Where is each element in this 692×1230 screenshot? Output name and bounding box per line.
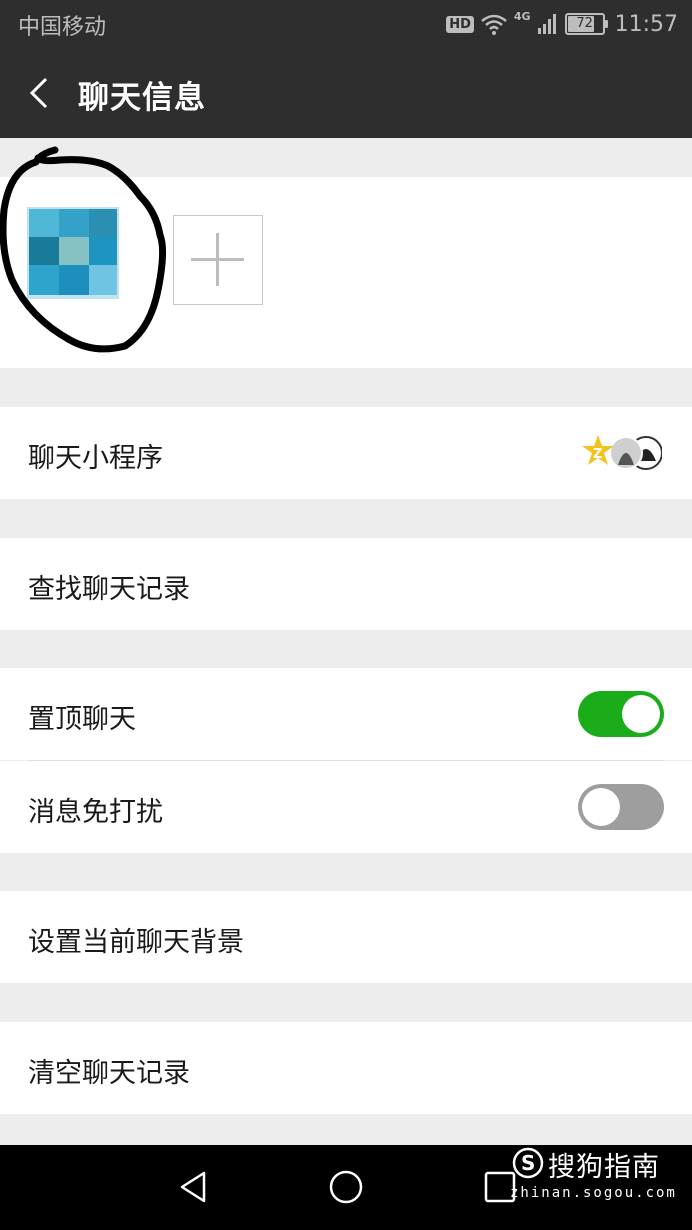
search-history-row[interactable]: 查找聊天记录	[0, 538, 692, 630]
network-type: 4G	[513, 10, 531, 23]
watermark-brand: 搜狗指南	[548, 1152, 660, 1183]
add-member-button[interactable]	[173, 215, 263, 305]
mute-row: 消息免打扰	[0, 761, 692, 853]
search-history-label: 查找聊天记录	[28, 574, 190, 605]
signal-icon	[537, 14, 556, 34]
toggle-knob	[622, 695, 660, 733]
watermark-url: zhinan.sogou.com	[510, 1185, 677, 1201]
status-bar: 中国移动 HD 4G 72 11:57	[0, 0, 692, 48]
pin-chat-row: 置顶聊天	[0, 668, 692, 760]
back-arrow-icon[interactable]	[26, 76, 58, 110]
set-background-label: 设置当前聊天背景	[28, 927, 244, 958]
battery-percent: 72	[576, 16, 593, 31]
clear-history-row[interactable]: 清空聊天记录	[0, 1022, 692, 1114]
member-avatar[interactable]	[27, 207, 119, 299]
set-background-row[interactable]: 设置当前聊天背景	[0, 891, 692, 983]
sogou-logo-icon: S	[512, 1147, 544, 1179]
sogou-watermark: S 搜狗指南 zhinan.sogou.com	[510, 1145, 675, 1209]
clock: 11:57	[614, 11, 678, 37]
svg-text:S: S	[521, 1151, 535, 1175]
mini-program-avatars: Z	[582, 435, 662, 470]
clear-history-label: 清空聊天记录	[28, 1058, 190, 1089]
toggle-knob	[582, 788, 620, 826]
nav-home-icon[interactable]	[326, 1167, 366, 1207]
status-icons: HD 4G 72 11:57	[446, 8, 678, 40]
mini-program-label: 聊天小程序	[28, 443, 163, 474]
page-title: 聊天信息	[78, 80, 206, 116]
pin-chat-label: 置顶聊天	[28, 704, 136, 735]
wifi-icon	[481, 14, 507, 35]
mini-program-row[interactable]: 聊天小程序 Z	[0, 407, 692, 499]
title-bar: 聊天信息	[0, 48, 692, 138]
add-member-icon	[191, 233, 244, 286]
hd-icon: HD	[446, 15, 474, 33]
battery-icon: 72	[564, 13, 608, 35]
mute-label: 消息免打扰	[28, 797, 163, 828]
mute-toggle[interactable]	[578, 784, 664, 830]
carrier-name: 中国移动	[18, 15, 107, 40]
pin-chat-toggle[interactable]	[578, 691, 664, 737]
svg-text:Z: Z	[593, 447, 602, 462]
nav-back-icon[interactable]	[174, 1167, 214, 1207]
